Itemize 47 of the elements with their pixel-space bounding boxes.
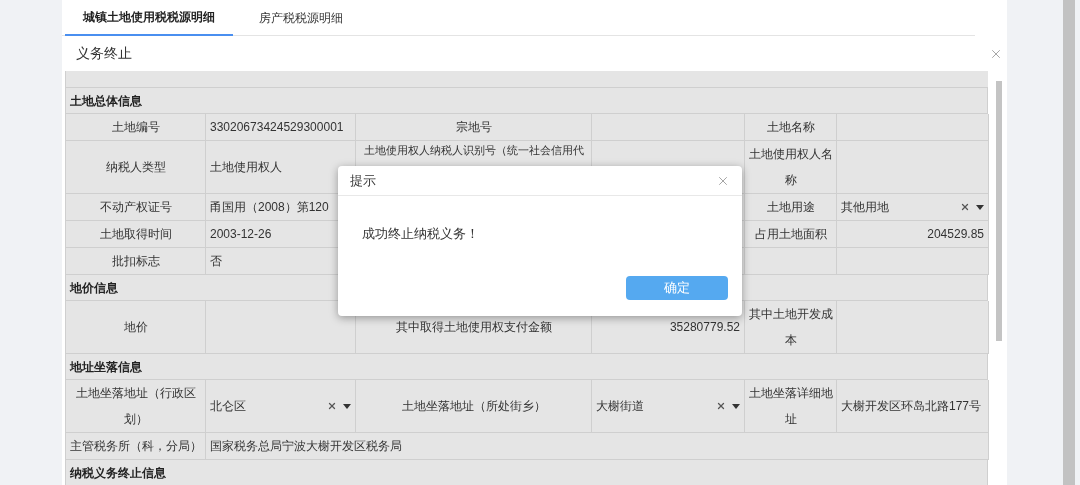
field-label: 土地使用权人纳税人识别号（统一社会信用代 (363, 143, 584, 158)
field-label: 土地坐落详细地址 (748, 385, 833, 428)
field-label: 土地使用权人名称 (748, 146, 833, 189)
field-value: 33020673424529300001 (210, 119, 344, 136)
dialog-message: 成功终止纳税义务！ (362, 226, 479, 241)
caret-icon[interactable] (732, 403, 740, 409)
field-label: 其中土地开发成本 (748, 306, 833, 349)
field-value: 2003-12-26 (210, 226, 272, 243)
field-value: 否 (210, 253, 222, 270)
field-value: 土地使用权人 (210, 159, 282, 176)
dialog-title: 提示 (350, 171, 376, 190)
caret-icon[interactable] (976, 204, 984, 210)
field-value: 大榭开发区环岛北路177号 (841, 398, 982, 415)
section-heading: 纳税义务终止信息 (70, 464, 166, 482)
section-heading: 土地总体信息 (70, 92, 142, 110)
field-label: 土地取得时间 (99, 226, 172, 243)
select-field[interactable]: 北仑区 (210, 393, 351, 419)
field-label: 主管税务所（科，分局） (69, 438, 202, 455)
tab[interactable]: 城镇土地使用税税源明细 (65, 0, 233, 36)
field-value: 35280779.52 (669, 319, 740, 336)
field-label: 土地坐落地址（行政区划） (74, 385, 197, 428)
scrollbar[interactable] (996, 81, 1002, 341)
section-heading: 地址坐落信息 (70, 358, 142, 376)
panel-title: 义务终止 (76, 44, 132, 63)
field-value: 国家税务总局宁波大榭开发区税务局 (210, 438, 402, 455)
field-label: 土地编号 (111, 119, 160, 136)
section-heading: 地价信息 (70, 279, 118, 297)
caret-icon[interactable] (343, 403, 351, 409)
field-label: 不动产权证号 (99, 199, 172, 216)
tab[interactable]: 房产税税源明细 (241, 0, 361, 36)
clear-icon[interactable] (960, 202, 970, 212)
scrollbar[interactable] (1063, 0, 1075, 485)
field-label: 其中取得土地使用权支付金额 (395, 319, 552, 336)
field-label: 地价 (123, 319, 148, 336)
clear-icon[interactable] (327, 401, 337, 411)
select-field[interactable]: 大榭街道 (596, 393, 740, 419)
field-value: 甬国用（2008）第120 (210, 199, 329, 216)
field-label: 土地坐落地址（所处街乡） (401, 398, 546, 415)
field-label: 批扣标志 (111, 253, 160, 270)
field-label: 土地用途 (766, 199, 815, 216)
field-label: 占用土地面积 (754, 226, 827, 243)
field-value: 204529.85 (927, 226, 984, 243)
field-label: 宗地号 (455, 119, 492, 136)
clear-icon[interactable] (716, 401, 726, 411)
field-label: 土地名称 (766, 119, 815, 136)
select-field[interactable]: 其他用地 (841, 194, 984, 220)
field-label: 纳税人类型 (105, 159, 166, 176)
